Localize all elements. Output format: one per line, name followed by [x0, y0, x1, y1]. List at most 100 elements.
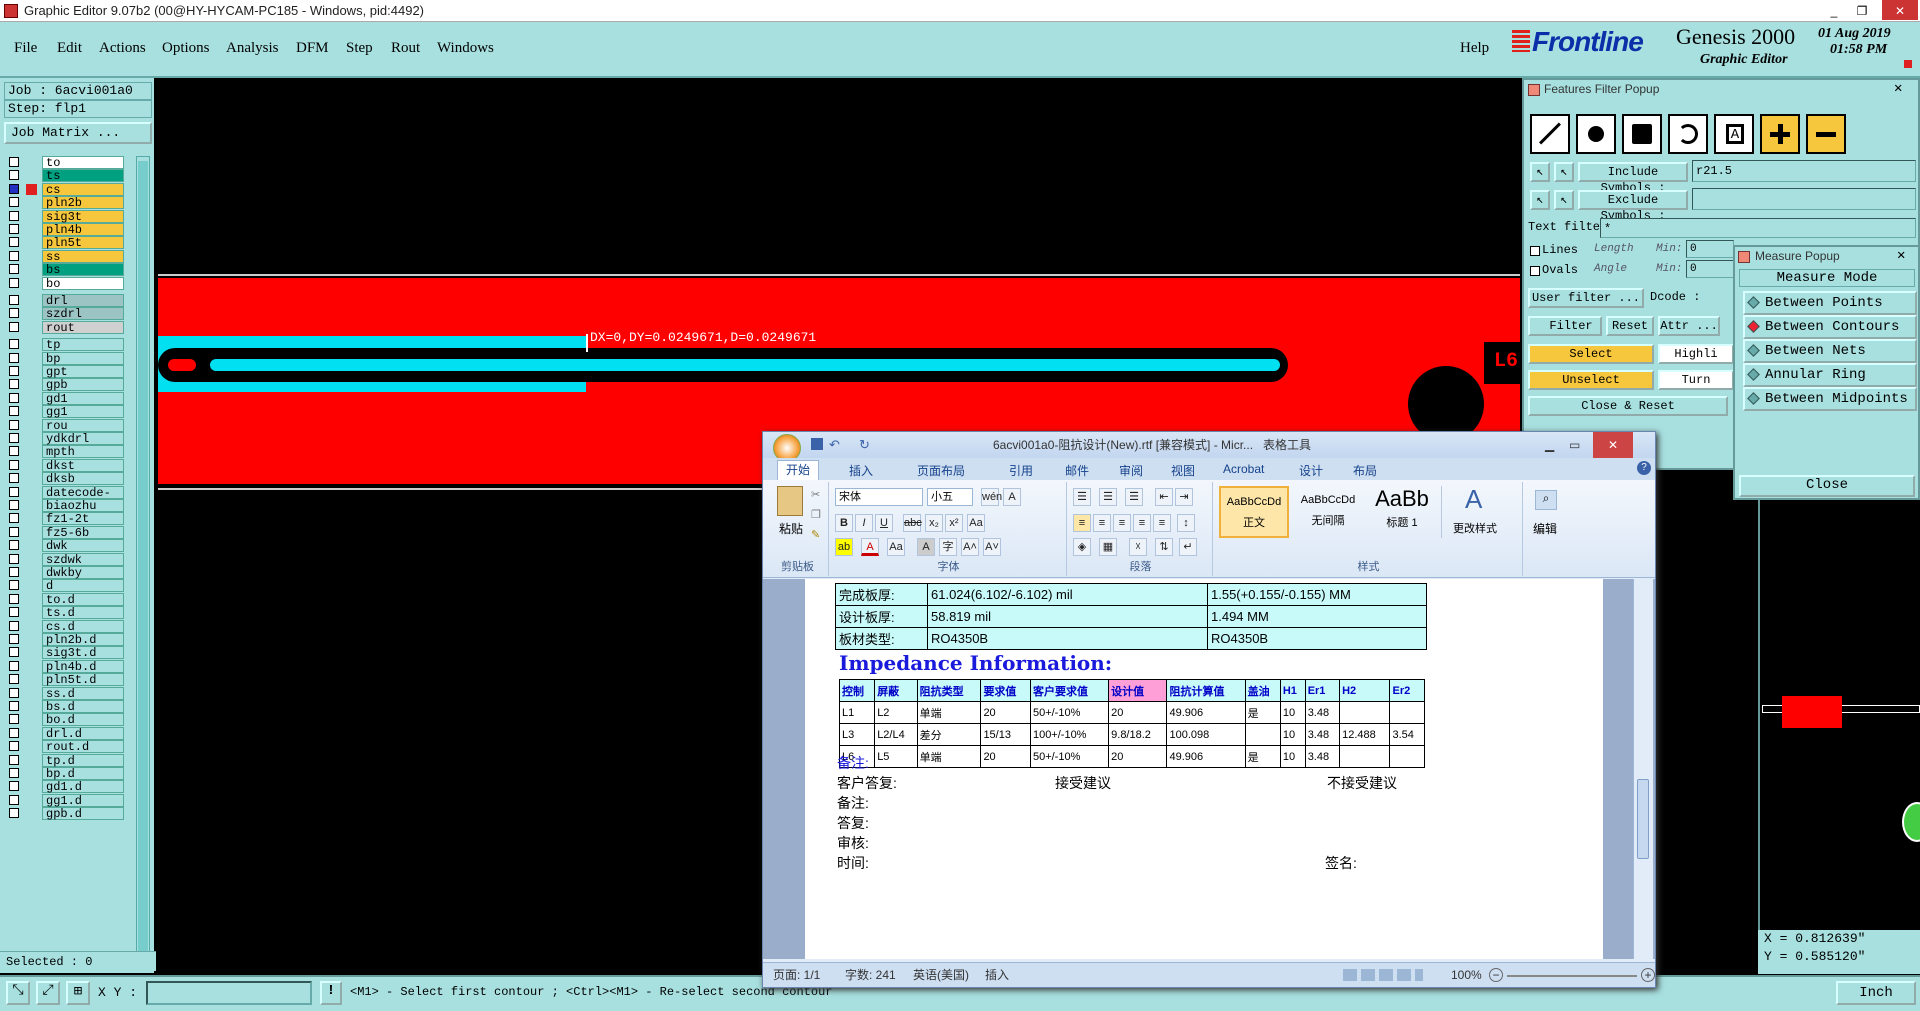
layer-checkbox[interactable] — [9, 339, 19, 350]
change-styles-icon[interactable]: A — [1465, 484, 1482, 515]
document-scrollbar[interactable] — [1633, 579, 1653, 959]
increase-indent-icon[interactable]: ⇥ — [1175, 488, 1193, 506]
layer-name[interactable]: to.d — [42, 592, 124, 606]
layer-row[interactable]: d — [4, 579, 124, 593]
layer-name[interactable]: pln4b.d — [42, 659, 124, 673]
layer-checkbox[interactable] — [9, 607, 19, 618]
layer-row[interactable]: bs — [4, 263, 124, 277]
tab-review[interactable]: 审阅 — [1119, 462, 1143, 479]
measure-option[interactable]: Annular Ring — [1743, 363, 1917, 387]
layer-name[interactable]: cs — [42, 182, 124, 196]
layer-name[interactable]: rout — [42, 320, 124, 334]
impedance-cell[interactable]: L2/L4 — [874, 723, 918, 746]
layer-name[interactable]: to — [42, 156, 124, 170]
layer-row[interactable]: gd1 — [4, 391, 124, 405]
layer-checkbox[interactable] — [9, 741, 19, 752]
menu-edit[interactable]: Edit — [57, 40, 82, 57]
impedance-cell[interactable]: 20 — [980, 745, 1031, 768]
char-border-icon[interactable]: A — [1003, 488, 1021, 506]
layer-row[interactable]: gd1.d — [4, 780, 124, 794]
add-filter-icon[interactable] — [1760, 114, 1800, 154]
zoom-tool-icon[interactable]: ⤡ — [6, 981, 30, 1005]
layer-checkbox[interactable] — [9, 473, 19, 484]
turn-button[interactable]: Turn — [1658, 370, 1734, 390]
board-cell[interactable]: 设计板厚: — [835, 605, 928, 628]
pick-arrow-icon[interactable]: ↖ — [1530, 162, 1550, 182]
info-icon[interactable]: ! — [320, 981, 342, 1005]
layer-row[interactable]: pln5t.d — [4, 673, 124, 687]
enclose-char-icon[interactable]: 字 — [939, 538, 957, 556]
impedance-cell[interactable]: 50+/-10% — [1029, 701, 1110, 724]
menu-options[interactable]: Options — [162, 40, 210, 57]
impedance-cell[interactable]: 10 — [1279, 701, 1306, 724]
find-icon[interactable]: ⌕ — [1535, 490, 1557, 510]
layer-checkbox[interactable] — [9, 660, 19, 671]
impedance-header-cell[interactable]: Er2 — [1389, 679, 1425, 702]
impedance-header-cell[interactable]: 客户要求值 — [1029, 679, 1110, 702]
cut-icon[interactable]: ✂ — [811, 488, 820, 501]
exclude-symbols-field[interactable] — [1692, 188, 1916, 210]
layer-row[interactable]: fz5-6b — [4, 525, 124, 539]
layer-row[interactable]: pln4b — [4, 223, 124, 237]
lines-checkbox[interactable] — [1530, 246, 1540, 256]
impedance-cell[interactable]: 12.488 — [1339, 723, 1391, 746]
style-heading-1[interactable]: AaBb 标题 1 — [1367, 486, 1437, 538]
overview-panel[interactable] — [1758, 500, 1920, 970]
layer-checkbox[interactable] — [9, 486, 19, 497]
measure-option[interactable]: Between Midpoints — [1743, 387, 1917, 411]
layer-checkbox[interactable] — [9, 674, 19, 685]
reset-button[interactable]: Reset — [1606, 316, 1654, 336]
layer-row[interactable]: tp — [4, 338, 124, 352]
menu-step[interactable]: Step — [346, 40, 373, 57]
layer-row[interactable]: fz1-2t — [4, 512, 124, 526]
layer-name[interactable]: bp — [42, 351, 124, 365]
radio-diamond-icon[interactable] — [1747, 368, 1760, 381]
maximize-button[interactable]: ❐ — [1850, 0, 1874, 20]
paste-label[interactable]: 粘贴 — [779, 520, 803, 537]
layer-checkbox[interactable] — [9, 419, 19, 430]
style-normal[interactable]: AaBbCcDd 正文 — [1219, 486, 1289, 538]
include-symbols-button[interactable]: Include Symbols : — [1578, 162, 1688, 195]
impedance-cell[interactable] — [1389, 701, 1425, 724]
exclude-symbols-button[interactable]: Exclude Symbols : — [1578, 190, 1688, 223]
impedance-cell[interactable] — [1244, 723, 1281, 746]
layer-checkbox[interactable] — [9, 714, 19, 725]
layer-name[interactable]: gg1.d — [42, 793, 124, 807]
layer-row[interactable]: pln2b — [4, 196, 124, 210]
distribute-icon[interactable]: ≡ — [1153, 514, 1171, 532]
layer-checkbox[interactable] — [9, 264, 19, 275]
layer-row[interactable]: bp.d — [4, 767, 124, 781]
layer-checkbox[interactable] — [9, 224, 19, 234]
radio-diamond-icon[interactable] — [1747, 320, 1760, 333]
layer-row[interactable]: ss — [4, 249, 124, 263]
layer-checkbox[interactable] — [9, 170, 19, 181]
borders-icon[interactable]: ▦ — [1099, 538, 1117, 556]
layer-name[interactable]: pln5t — [42, 236, 124, 250]
impedance-cell[interactable]: 是 — [1244, 701, 1281, 724]
align-left-icon[interactable]: ≡ — [1073, 514, 1091, 532]
layer-checkbox[interactable] — [9, 308, 19, 319]
layer-name[interactable]: gg1 — [42, 405, 124, 419]
layer-name[interactable]: sig3t.d — [42, 646, 124, 660]
layer-checkbox[interactable] — [9, 237, 19, 248]
document-scroll-thumb[interactable] — [1637, 779, 1649, 859]
board-cell[interactable]: 板材类型: — [835, 627, 928, 650]
menu-actions[interactable]: Actions — [99, 40, 146, 57]
layer-name[interactable]: tp.d — [42, 753, 124, 767]
board-cell[interactable]: 1.55(+0.155/-0.155) MM — [1207, 583, 1427, 606]
layer-name[interactable]: bp.d — [42, 767, 124, 781]
close-reset-button[interactable]: Close & Reset — [1528, 396, 1728, 416]
measure-option[interactable]: Between Nets — [1743, 339, 1917, 363]
layer-checkbox[interactable] — [9, 500, 19, 510]
layer-row[interactable]: gpt — [4, 365, 124, 379]
measure-option[interactable]: Between Contours — [1743, 315, 1917, 339]
measure-close-icon[interactable]: ✕ — [1897, 247, 1905, 264]
layer-row[interactable]: ydkdrl — [4, 432, 124, 446]
bullets-icon[interactable]: ☰ — [1073, 488, 1091, 506]
layer-checkbox[interactable] — [9, 754, 19, 765]
justify-icon[interactable]: ≡ — [1133, 514, 1151, 532]
impedance-cell[interactable] — [1339, 745, 1391, 768]
align-right-icon[interactable]: ≡ — [1113, 514, 1131, 532]
save-icon[interactable] — [811, 438, 823, 450]
impedance-cell[interactable]: L2 — [874, 701, 918, 724]
